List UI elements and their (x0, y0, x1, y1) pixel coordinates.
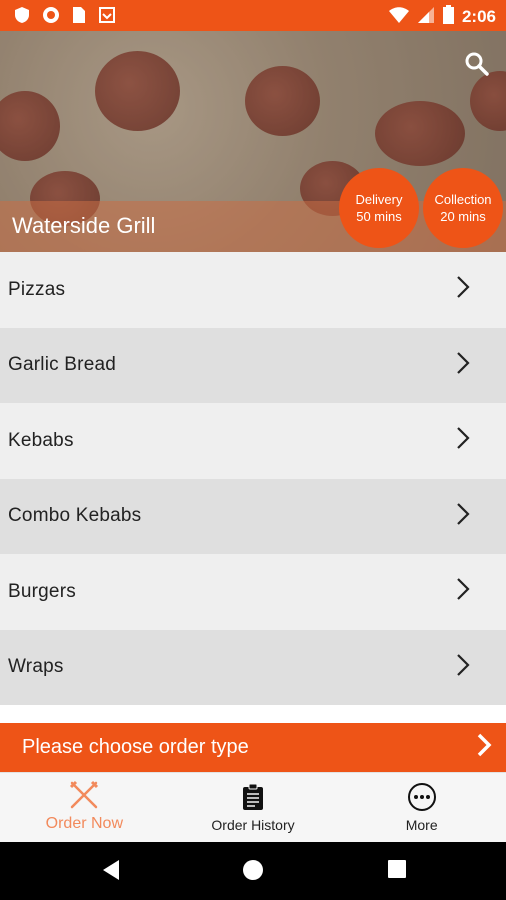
tab-label: More (405, 817, 438, 833)
chevron-right-icon (456, 351, 470, 380)
system-navigation-bar (0, 842, 506, 900)
chevron-right-icon (456, 577, 470, 606)
menu-category-list: Pizzas Garlic Bread Kebabs Combo Kebabs … (0, 252, 506, 705)
home-icon[interactable] (242, 859, 264, 886)
menu-item-burgers[interactable]: Burgers (0, 554, 506, 630)
battery-icon (442, 5, 454, 29)
back-icon[interactable] (101, 859, 121, 886)
menu-item-pizzas[interactable]: Pizzas (0, 252, 506, 328)
tab-more[interactable]: More (337, 773, 506, 842)
bottom-tab-bar: Order Now Order History More (0, 772, 506, 842)
delivery-label: Delivery (355, 192, 403, 207)
fork-knife-icon (68, 778, 100, 812)
menu-item-combo-kebabs[interactable]: Combo Kebabs (0, 478, 506, 554)
menu-item-label: Wraps (8, 656, 64, 678)
collection-time-badge: Collection 20 mins (423, 168, 503, 248)
menu-item-label: Garlic Bread (8, 354, 116, 376)
more-dots-icon (407, 780, 437, 814)
shield-icon (14, 6, 30, 29)
order-type-prompt: Please choose order type (22, 736, 249, 758)
menu-item-kebabs[interactable]: Kebabs (0, 403, 506, 479)
collection-time: 20 mins (440, 209, 486, 224)
chevron-right-icon (456, 426, 470, 455)
menu-item-label: Kebabs (8, 429, 74, 451)
chevron-right-icon (476, 732, 492, 763)
recent-apps-icon[interactable] (387, 859, 407, 884)
menu-item-garlic-bread[interactable]: Garlic Bread (0, 327, 506, 403)
delivery-time: 50 mins (356, 209, 402, 224)
menu-item-label: Burgers (8, 580, 76, 602)
restaurant-name: Waterside Grill (12, 213, 156, 238)
search-icon[interactable] (464, 51, 490, 77)
tab-order-now[interactable]: Order Now (0, 773, 169, 842)
menu-item-label: Pizzas (8, 278, 66, 300)
chevron-right-icon (456, 502, 470, 531)
delivery-time-badge: Delivery 50 mins (339, 168, 419, 248)
wifi-icon (388, 6, 409, 28)
tab-order-history[interactable]: Order History (169, 773, 338, 842)
signal-icon (417, 6, 435, 29)
tab-label: Order History (211, 817, 295, 833)
chevron-right-icon (456, 275, 470, 304)
menu-item-label: Combo Kebabs (8, 505, 142, 527)
clipboard-icon (242, 780, 264, 814)
choose-order-type-button[interactable]: Please choose order type (0, 723, 506, 772)
restaurant-header: Waterside Grill Delivery 50 mins Collect… (0, 31, 506, 252)
status-bar: 2:06 (0, 0, 506, 31)
tab-label: Order Now (45, 815, 124, 832)
chevron-right-icon (456, 653, 470, 682)
menu-item-wraps[interactable]: Wraps (0, 629, 506, 705)
status-time: 2:06 (461, 7, 496, 26)
record-icon (42, 6, 60, 29)
sim-card-icon (72, 6, 86, 29)
download-icon (98, 6, 116, 29)
collection-label: Collection (434, 192, 492, 207)
